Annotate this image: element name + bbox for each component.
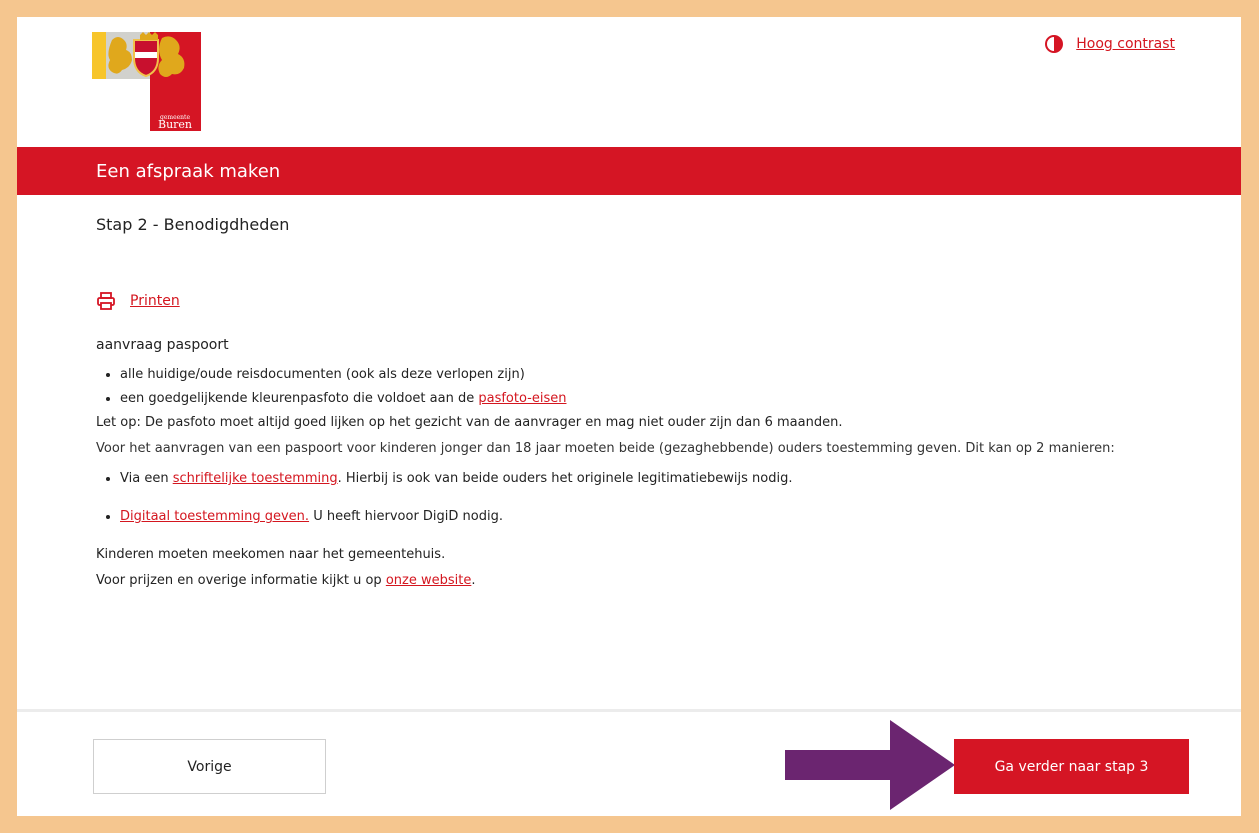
page-banner: Een afspraak maken: [17, 147, 1241, 195]
website-link[interactable]: onze website: [386, 573, 472, 588]
print-link[interactable]: Printen: [130, 293, 180, 309]
required-documents-list: alle huidige/oude reisdocumenten (ook al…: [96, 365, 1216, 409]
pasfoto-eisen-link[interactable]: pasfoto-eisen: [478, 391, 566, 406]
list-item: Via een schriftelijke toestemming. Hierb…: [120, 469, 1216, 489]
prices-text: Voor prijzen en overige informatie kijkt…: [96, 573, 386, 588]
digital-consent-link[interactable]: Digitaal toestemming geven.: [120, 509, 309, 524]
list-item: alle huidige/oude reisdocumenten (ook al…: [120, 365, 1216, 385]
prices-text-end: .: [471, 573, 476, 588]
list-item: een goedgelijkende kleurenpasfoto die vo…: [120, 389, 1216, 409]
photo-note: Let op: De pasfoto moet altijd goed lijk…: [96, 415, 843, 430]
svg-text:Buren: Buren: [158, 118, 192, 131]
consent-options-list: Via een schriftelijke toestemming. Hierb…: [96, 469, 1216, 527]
requirements-content: aanvraag paspoort alle huidige/oude reis…: [96, 335, 1216, 591]
print-action[interactable]: Printen: [96, 291, 180, 311]
gemeente-buren-logo[interactable]: gemeente Buren: [92, 32, 201, 131]
high-contrast-link[interactable]: Hoog contrast: [1076, 36, 1175, 52]
list-item-text: alle huidige/oude reisdocumenten (ook al…: [120, 367, 525, 382]
list-item: Digitaal toestemming geven. U heeft hier…: [120, 507, 1216, 527]
footer-divider: [17, 709, 1241, 712]
arrow-right-icon: [785, 720, 955, 810]
children-attendance-note: Kinderen moeten meekomen naar het gemeen…: [96, 547, 446, 562]
list-item-text: Via een: [120, 471, 173, 486]
page-title: Een afspraak maken: [96, 160, 281, 182]
written-consent-link[interactable]: schriftelijke toestemming: [173, 471, 338, 486]
list-item-text: . Hierbij is ook van beide ouders het or…: [337, 471, 793, 486]
service-name: aanvraag paspoort: [96, 337, 229, 353]
coat-of-arms-icon: gemeente Buren: [92, 32, 201, 131]
high-contrast-toggle[interactable]: Hoog contrast: [1044, 34, 1175, 54]
prices-info: Voor prijzen en overige informatie kijkt…: [96, 571, 1216, 591]
step-title: Stap 2 - Benodigdheden: [96, 215, 290, 234]
list-item-text: U heeft hiervoor DigiD nodig.: [309, 509, 503, 524]
previous-button[interactable]: Vorige: [93, 739, 326, 794]
page-frame: gemeente Buren Hoog contrast Een afspraa…: [17, 17, 1241, 816]
next-step-button[interactable]: Ga verder naar stap 3: [954, 739, 1189, 794]
contrast-icon: [1045, 35, 1064, 53]
list-item-text: een goedgelijkende kleurenpasfoto die vo…: [120, 391, 479, 406]
children-info: Voor het aanvragen van een paspoort voor…: [96, 441, 1115, 456]
printer-icon: [97, 292, 115, 310]
